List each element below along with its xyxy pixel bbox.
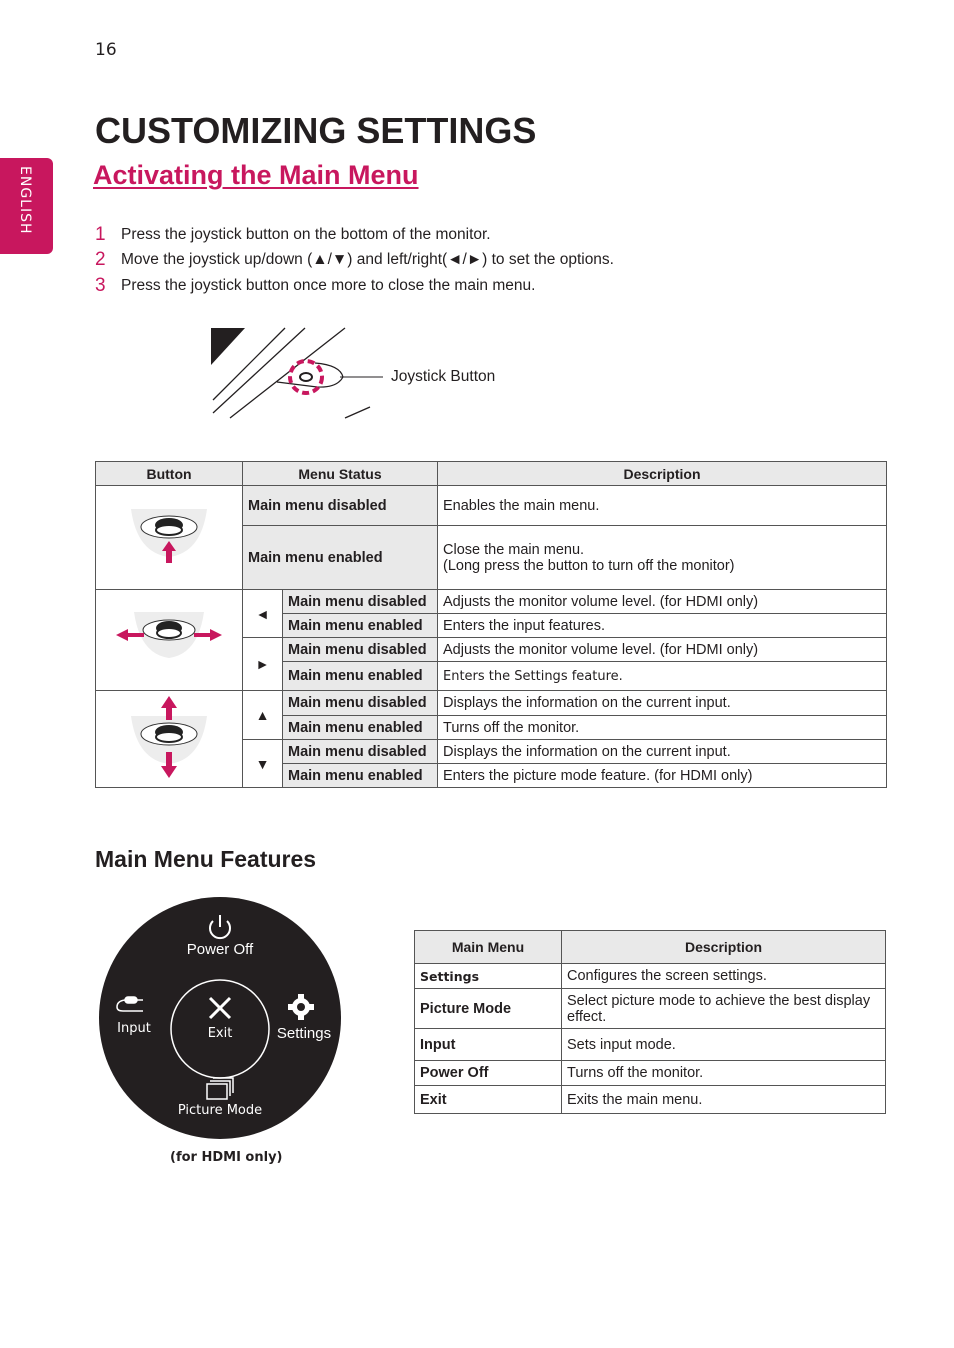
menu-wheel: Power Off Input Exit Settings Picture Mo… (99, 897, 341, 1139)
menu-status: Main menu enabled (282, 613, 438, 638)
menu-picture-mode[interactable]: Picture Mode (160, 1103, 280, 1118)
table-row: Picture Mode Select picture mode to achi… (414, 988, 886, 1029)
menu-status: Main menu disabled (242, 485, 438, 526)
section-title: Activating the Main Menu (93, 160, 419, 190)
description: Enters the picture mode feature. (for HD… (437, 763, 887, 788)
menu-name: Settings (414, 963, 562, 989)
description: Enters the Settings feature. (437, 661, 887, 691)
menu-power-off[interactable]: Power Off (170, 941, 270, 958)
joystick-illustration (211, 327, 383, 419)
description: Enables the main menu. (437, 485, 887, 526)
joystick-label: Joystick Button (391, 368, 496, 385)
menu-exit[interactable]: Exit (195, 1026, 245, 1041)
joystick-button-icon (299, 372, 313, 382)
step-text: Move the joystick up/down (▲/▼) and left… (121, 251, 614, 268)
joystick-left-right-icon (116, 612, 222, 658)
menu-status: Main menu enabled (282, 661, 438, 691)
step-item: 1 Press the joystick button on the bottom… (95, 225, 491, 245)
step-number: 1 (95, 224, 106, 245)
description: Turns off the monitor. (437, 715, 887, 740)
monitor-corner (211, 328, 245, 365)
menu-status: Main menu disabled (282, 637, 438, 662)
language-tab-label: ENGLISH (17, 166, 33, 235)
hdmi-note: (for HDMI only) (170, 1150, 283, 1165)
menu-status: Main menu disabled (282, 589, 438, 614)
page-number: 16 (95, 40, 117, 60)
direction-up: ▲ (242, 690, 283, 740)
direction-down: ▼ (242, 739, 283, 788)
description: Adjusts the monitor volume level. (for H… (437, 637, 887, 662)
menu-name: Input (414, 1028, 562, 1061)
table-row: ▲ Main menu disabled Displays the inform… (95, 690, 887, 788)
header-button: Button (95, 461, 243, 486)
menu-description: Exits the main menu. (561, 1085, 886, 1114)
table-row: Exit Exits the main menu. (414, 1085, 886, 1114)
menu-description: Select picture mode to achieve the best … (561, 988, 886, 1029)
step-text: Press the joystick button once more to c… (121, 277, 536, 294)
joystick-up-down-cell (95, 690, 243, 788)
description: Adjusts the monitor volume level. (for H… (437, 589, 887, 614)
menu-description: Turns off the monitor. (561, 1060, 886, 1086)
menu-name: Exit (414, 1085, 562, 1114)
step-item: 2 Move the joystick up/down (▲/▼) and lef… (95, 250, 614, 270)
menu-features-table: Main Menu Description Settings Configure… (414, 930, 886, 1114)
joystick-left-right-cell (95, 589, 243, 691)
table-header-row: Main Menu Description (414, 930, 886, 964)
menu-status: Main menu disabled (282, 739, 438, 764)
menu-name: Power Off (414, 1060, 562, 1086)
description-line: (Long press the button to turn off the m… (443, 557, 735, 574)
direction-left: ◄ (242, 589, 283, 638)
description: Displays the information on the current … (437, 690, 887, 716)
header-menu-status: Menu Status (242, 461, 438, 486)
direction-right: ► (242, 637, 283, 691)
menu-settings[interactable]: Settings (273, 1025, 335, 1042)
joystick-press-cell (95, 485, 243, 590)
description: Close the main menu. (Long press the butt… (437, 525, 887, 590)
menu-name: Picture Mode (414, 988, 562, 1029)
menu-input[interactable]: Input (109, 1021, 159, 1036)
table-row: Power Off Turns off the monitor. (414, 1060, 886, 1086)
menu-status: Main menu enabled (282, 715, 438, 740)
header-description: Description (437, 461, 887, 486)
table-row: Input Sets input mode. (414, 1028, 886, 1061)
features-title: Main Menu Features (95, 846, 317, 872)
button-table: Button Menu Status Description Main menu… (95, 461, 887, 788)
menu-status: Main menu enabled (282, 763, 438, 788)
page-title: CUSTOMIZING SETTINGS (95, 110, 537, 151)
step-number: 3 (95, 275, 106, 296)
step-number: 2 (95, 249, 106, 270)
description: Enters the input features. (437, 613, 887, 638)
menu-description: Sets input mode. (561, 1028, 886, 1061)
table-row: Settings Configures the screen settings. (414, 963, 886, 989)
joystick-up-down-icon (131, 696, 207, 778)
menu-status: Main menu disabled (282, 690, 438, 716)
menu-status: Main menu enabled (242, 525, 438, 590)
step-text: Press the joystick button on the bottom … (121, 226, 491, 243)
joystick-press-icon (131, 508, 207, 563)
description-line: Close the main menu. (443, 541, 585, 558)
table-header-row: Button Menu Status Description (95, 461, 887, 486)
step-item: 3 Press the joystick button once more to … (95, 276, 535, 296)
language-tab: ENGLISH (0, 158, 53, 254)
menu-description: Configures the screen settings. (561, 963, 886, 989)
header-description: Description (561, 930, 886, 964)
description: Displays the information on the current … (437, 739, 887, 764)
table-row: Main menu disabled Enables the main menu… (95, 485, 887, 590)
header-main-menu: Main Menu (414, 930, 562, 964)
table-row: ◄ Main menu disabled Adjusts the monitor… (95, 589, 887, 691)
